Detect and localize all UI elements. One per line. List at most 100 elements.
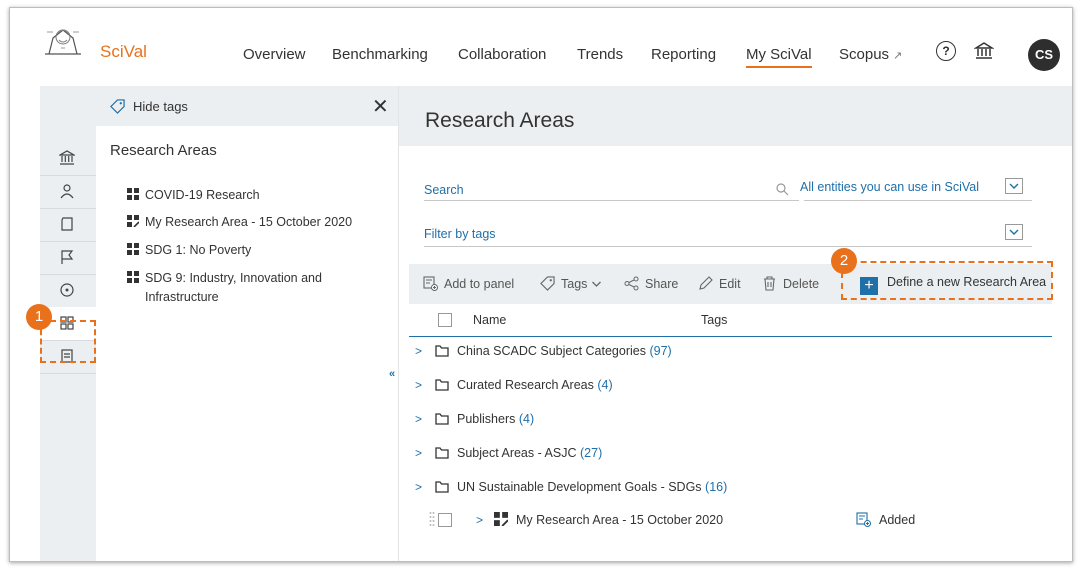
row-name: UN Sustainable Development Goals - SDGs: [457, 480, 702, 494]
chevron-right-icon[interactable]: >: [415, 378, 429, 392]
filter-by-tags-input[interactable]: Filter by tags: [424, 227, 496, 241]
folder-icon: [435, 413, 449, 425]
tree-item-label: My Research Area - 15 October 2020: [145, 215, 353, 229]
institution-icon[interactable]: [974, 41, 994, 61]
column-name[interactable]: Name: [473, 313, 506, 327]
drag-handle-icon[interactable]: [429, 511, 435, 527]
hide-tags-button[interactable]: Hide tags: [110, 99, 188, 114]
column-tags[interactable]: Tags: [701, 313, 727, 327]
folder-icon: [435, 447, 449, 459]
chevron-down-icon: [1009, 183, 1019, 189]
help-icon[interactable]: ?: [936, 41, 956, 61]
table-row-my-research-area[interactable]: > My Research Area - 15 October 2020: [476, 512, 723, 527]
search-icon[interactable]: [776, 183, 789, 196]
tree-item-label: SDG 1: No Poverty: [145, 243, 252, 257]
target-icon: [60, 283, 74, 297]
tree-item-sdg9[interactable]: SDG 9: Industry, Innovation and Infrastru…: [127, 269, 322, 307]
hide-tags-label: Hide tags: [133, 99, 188, 114]
tags-menu-button[interactable]: Tags: [540, 276, 608, 291]
collapse-panel-icon[interactable]: «: [389, 368, 395, 380]
step-marker-1: 1: [26, 304, 52, 330]
top-navigation-bar: SciVal Overview Benchmarking Collaborati…: [10, 8, 1072, 86]
folder-icon: [435, 379, 449, 391]
add-to-panel-icon: [423, 276, 438, 291]
tree-item-my-research-area[interactable]: My Research Area - 15 October 2020: [127, 213, 352, 232]
external-link-icon: ↗: [893, 50, 903, 62]
highlight-define-button: [841, 261, 1053, 300]
rail-researchers[interactable]: [40, 175, 96, 209]
row-count: (16): [705, 480, 728, 494]
added-status: Added: [856, 512, 915, 527]
row-count: (4): [518, 412, 535, 426]
tree-item-covid[interactable]: COVID-19 Research: [127, 186, 260, 205]
rail-publications[interactable]: [40, 208, 96, 242]
chevron-right-icon[interactable]: >: [415, 480, 429, 494]
delete-label: Delete: [783, 277, 820, 291]
nav-collaboration[interactable]: Collaboration: [458, 46, 546, 63]
nav-trends[interactable]: Trends: [577, 46, 623, 63]
step-marker-2: 2: [831, 248, 857, 274]
scival-brand[interactable]: SciVal: [100, 42, 147, 62]
row-name: Publishers: [457, 412, 516, 426]
rail-countries[interactable]: [40, 241, 96, 275]
nav-scopus[interactable]: Scopus ↗: [839, 46, 902, 63]
grid-edit-icon: [494, 512, 509, 527]
institution-icon: [59, 150, 75, 165]
chevron-right-icon[interactable]: >: [415, 344, 429, 358]
edit-button[interactable]: Edit: [698, 276, 741, 291]
table-row[interactable]: > Curated Research Areas (4): [415, 378, 613, 392]
table-row[interactable]: > UN Sustainable Development Goals - SDGs…: [415, 480, 727, 494]
added-to-panel-icon: [856, 512, 871, 527]
nav-reporting[interactable]: Reporting: [651, 46, 716, 63]
table-row[interactable]: > China SCADC Subject Categories (97): [415, 344, 672, 358]
row-name: Curated Research Areas: [457, 378, 594, 392]
elsevier-logo: [41, 26, 85, 58]
chevron-right-icon[interactable]: >: [415, 412, 429, 426]
nav-my-scival[interactable]: My SciVal: [746, 46, 812, 68]
filter-underline: [424, 246, 1032, 247]
row-checkbox[interactable]: [438, 513, 452, 527]
table-row[interactable]: > Subject Areas - ASJC (27): [415, 446, 602, 460]
filter-dropdown-button[interactable]: [1005, 224, 1023, 240]
tag-icon: [110, 99, 125, 114]
chevron-right-icon[interactable]: >: [415, 446, 429, 460]
nav-benchmarking[interactable]: Benchmarking: [332, 46, 428, 63]
add-to-panel-label: Add to panel: [444, 277, 515, 291]
flag-icon: [61, 250, 74, 264]
trash-icon: [764, 276, 775, 291]
share-label: Share: [645, 277, 679, 291]
row-name: Subject Areas - ASJC: [457, 446, 577, 460]
publication-icon: [61, 217, 73, 231]
grid-icon: [127, 243, 139, 255]
folder-icon: [435, 481, 449, 493]
rail-topics[interactable]: [40, 274, 96, 308]
tree-item-label: COVID-19 Research: [145, 188, 260, 202]
tree-item-label-cont: Infrastructure: [145, 290, 219, 304]
page-title: Research Areas: [425, 109, 575, 132]
pencil-icon: [699, 276, 713, 290]
add-to-panel-button[interactable]: Add to panel: [423, 276, 514, 291]
entities-underline: [804, 200, 1032, 201]
select-all-checkbox[interactable]: [438, 313, 452, 327]
share-button[interactable]: Share: [624, 276, 678, 291]
tree-item-sdg1[interactable]: SDG 1: No Poverty: [127, 241, 251, 260]
delete-button[interactable]: Delete: [762, 276, 819, 291]
entities-dropdown-button[interactable]: [1005, 178, 1023, 194]
entities-select[interactable]: All entities you can use in SciVal: [800, 180, 979, 194]
nav-overview[interactable]: Overview: [243, 46, 306, 63]
tag-icon: [540, 276, 555, 291]
panel-divider: [398, 86, 399, 561]
table-row[interactable]: > Publishers (4): [415, 412, 534, 426]
added-label: Added: [879, 513, 916, 527]
search-input[interactable]: Search: [424, 183, 464, 197]
row-name: China SCADC Subject Categories: [457, 344, 646, 358]
folder-icon: [435, 345, 449, 357]
chevron-down-icon: [592, 281, 602, 287]
close-icon[interactable]: ✕: [372, 94, 389, 119]
grid-edit-icon: [127, 215, 139, 227]
rail-institutions[interactable]: [40, 142, 96, 176]
chevron-right-icon[interactable]: >: [476, 513, 490, 527]
highlight-research-areas-rail: [40, 320, 96, 363]
chevron-down-icon: [1009, 229, 1019, 235]
user-avatar[interactable]: CS: [1028, 39, 1060, 71]
